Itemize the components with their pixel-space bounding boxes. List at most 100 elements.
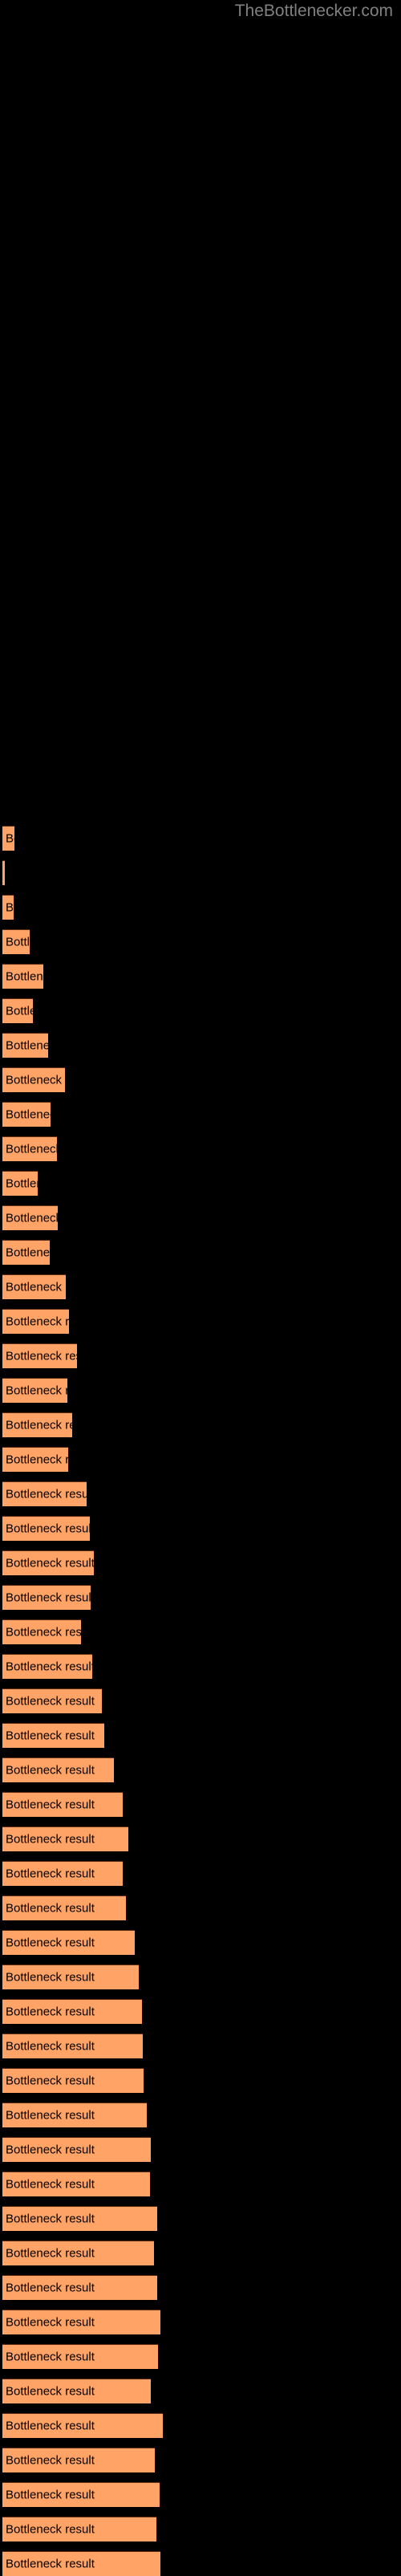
bar-label: Bottleneck result [6,1314,69,1329]
bar-label: Bottleneck result [6,2350,95,2364]
bar-label: Bottleneck result [6,1729,95,1743]
bar[interactable]: Bottleneck result [2,1619,81,1644]
bar-row: Bottleneck result [0,2068,401,2093]
bar[interactable]: Bottleneck result [2,1205,58,1230]
bar[interactable]: Bottleneck result [2,1343,77,1368]
bar-row: Bottleneck result [0,2103,401,2127]
bar[interactable]: Bottleneck result [2,1757,114,1782]
bar[interactable]: Bottleneck result [2,964,43,989]
bar[interactable]: Bottleneck result [2,1033,48,1058]
bar[interactable]: Bottleneck result [2,1516,90,1541]
bar-row: Bottleneck result [0,2137,401,2162]
bar-label: Bottleneck result [6,1591,91,1605]
bar-row: Bottleneck result [0,998,401,1023]
bar-row: Bottleneck result [0,2310,401,2334]
bar-row: Bottleneck result [0,1274,401,1299]
bar[interactable]: Bottleneck result [2,1240,50,1265]
bar-label: Bottleneck result [6,935,30,949]
bar-row: Bottleneck result [0,1102,401,1127]
bar-label: Bottleneck result [6,2453,95,2468]
bar[interactable]: Bottleneck result [2,826,14,851]
bar-row: Bottleneck result [0,1136,401,1161]
bar[interactable]: Bottleneck result [2,2344,158,2369]
bar[interactable]: Bottleneck result [2,2275,157,2300]
bar[interactable]: Bottleneck result [2,1309,69,1334]
bar-row: Bottleneck result [0,1447,401,1472]
bar-label: Bottleneck result [6,1625,81,1639]
bar-row: Bottleneck result [0,2413,401,2438]
bar-label: Bottleneck result [6,1211,58,1225]
bar[interactable]: Bottleneck result [2,929,30,954]
bar[interactable]: Bottleneck result [2,2103,147,2127]
bar[interactable]: Bottleneck result [2,1447,68,1472]
bar[interactable]: Bottleneck result [2,1136,57,1161]
bar-label: Bottleneck result [6,1694,95,1709]
bar-label: Bottleneck result [6,1176,38,1191]
bar[interactable]: Bottleneck result [2,2448,155,2472]
bar[interactable]: Bottleneck result [2,1585,91,1610]
bar-row: Bottleneck result [0,1826,401,1851]
bar-row: Bottleneck result [0,2551,401,2576]
bar-label: Bottleneck result [6,1245,50,1260]
bar[interactable]: Bottleneck result [2,1723,104,1748]
bar[interactable]: Bottleneck result [2,1654,92,1679]
bar[interactable]: Bottleneck result [2,2310,160,2334]
bar-label: Bottleneck result [6,2177,95,2192]
bar[interactable]: Bottleneck result [2,2206,157,2231]
bar[interactable]: Bottleneck result [2,1067,65,1092]
bar[interactable]: Bottleneck result [2,2379,151,2403]
bar-label: Bottleneck result [6,2384,95,2399]
bar[interactable]: Bottleneck result [2,895,14,920]
bar[interactable]: Bottleneck result [2,2482,160,2507]
bar[interactable]: Bottleneck result [2,1412,72,1437]
bar[interactable]: Bottleneck result [2,1550,94,1575]
bar-row: Bottleneck result [0,2344,401,2369]
bar[interactable]: Bottleneck result [2,860,5,885]
bar-row: Bottleneck result [0,2034,401,2058]
bar-label: Bottleneck result [6,1936,95,1950]
bar-label: Bottleneck result [6,1763,95,1778]
bar-row: Bottleneck result [0,1205,401,1230]
bar-row: Bottleneck result [0,929,401,954]
bar-label: Bottleneck result [6,1004,33,1018]
bar[interactable]: Bottleneck result [2,1861,123,1886]
bar[interactable]: Bottleneck result [2,1999,142,2024]
bar-label: Bottleneck result [6,2074,95,2088]
bar-row: Bottleneck result [0,895,401,920]
bar-row: Bottleneck result [0,2482,401,2507]
bar-label: Bottleneck result [6,969,43,984]
bar[interactable]: Bottleneck result [2,2172,150,2196]
bar-label: Bottleneck result [6,1970,95,1985]
bar[interactable]: Bottleneck result [2,1826,128,1851]
bar[interactable]: Bottleneck result [2,2551,160,2576]
bar[interactable]: Bottleneck result [2,1895,126,1920]
bar-label: Bottleneck result [6,2557,95,2571]
bar[interactable]: Bottleneck result [2,998,33,1023]
bar[interactable]: Bottleneck result [2,2413,163,2438]
bar-label: Bottleneck result [6,1418,72,1432]
bar-label: Bottleneck result [6,2039,95,2054]
bar-row: Bottleneck result [0,1309,401,1334]
bar[interactable]: Bottleneck result [2,1965,139,1989]
bar[interactable]: Bottleneck result [2,1274,66,1299]
bar[interactable]: Bottleneck result [2,2034,143,2058]
bar-label: Bottleneck result [6,1280,66,1294]
bar[interactable]: Bottleneck result [2,2068,144,2093]
page-root: TheBottlenecker.com Bottleneck resultBot… [0,0,401,2576]
bar[interactable]: Bottleneck result [2,2517,156,2541]
bar[interactable]: Bottleneck result [2,1688,102,1713]
bar[interactable]: Bottleneck result [2,1792,123,1817]
bar[interactable]: Bottleneck result [2,1102,51,1127]
bar-label: Bottleneck result [6,1901,95,1916]
bar[interactable]: Bottleneck result [2,1930,135,1955]
bar[interactable]: Bottleneck result [2,1378,67,1403]
bar[interactable]: Bottleneck result [2,2137,151,2162]
bar-label: Bottleneck result [6,1349,77,1363]
bar[interactable]: Bottleneck result [2,2241,154,2265]
bar-label: Bottleneck result [6,2005,95,2019]
bar-row: Bottleneck result [0,2241,401,2265]
bar-row: Bottleneck result [0,1550,401,1575]
bar[interactable]: Bottleneck result [2,1171,38,1196]
bar[interactable]: Bottleneck result [2,1481,87,1506]
bar-row: Bottleneck result [0,1171,401,1196]
